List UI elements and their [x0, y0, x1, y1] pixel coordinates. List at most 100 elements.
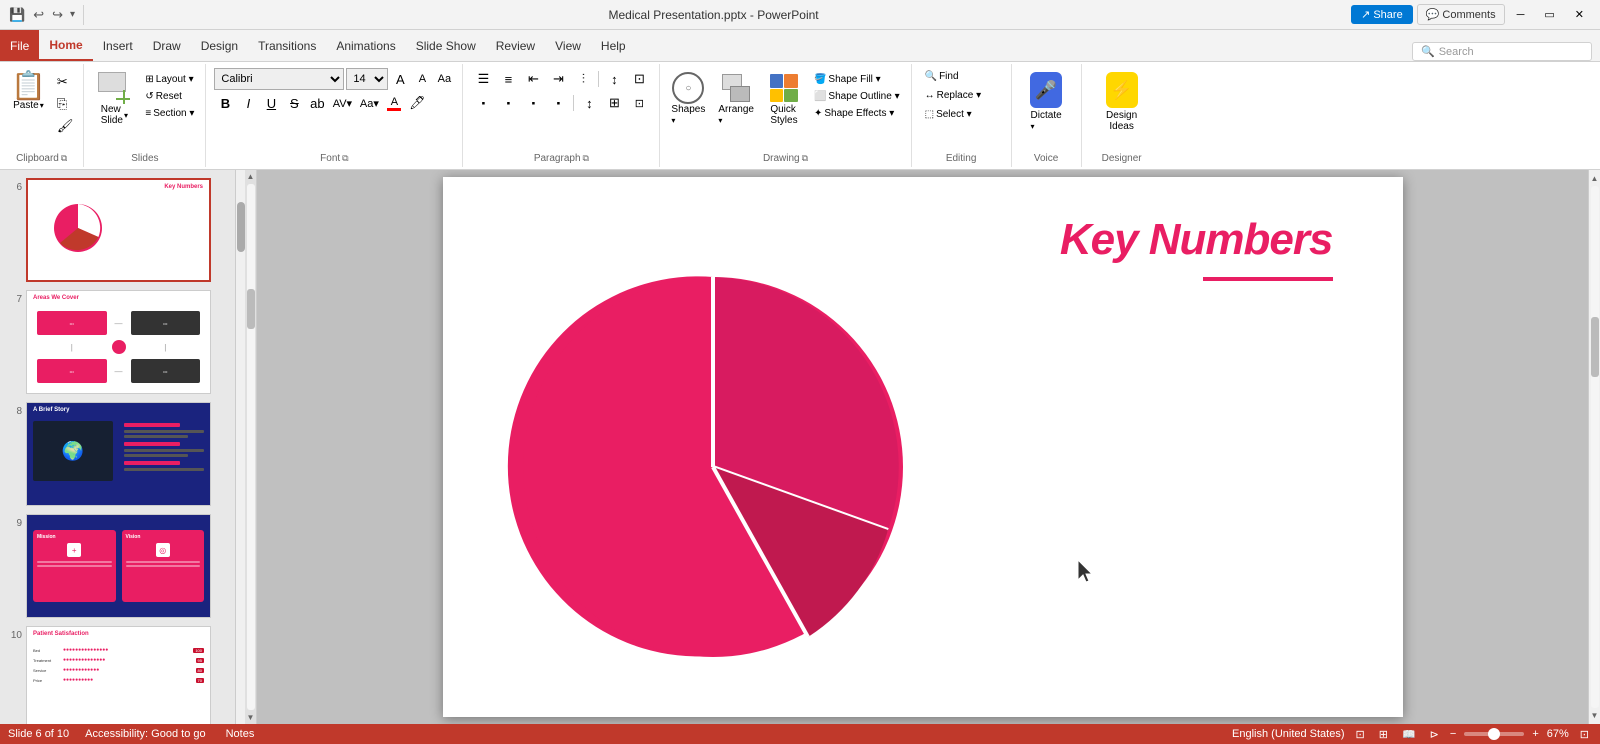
- align-left-button[interactable]: ⬝: [471, 92, 495, 114]
- shape-fill-button[interactable]: 🪣Shape Fill ▾: [809, 72, 905, 87]
- slide-canvas[interactable]: Key Numbers: [443, 177, 1403, 717]
- pie-chart-proper: [498, 252, 928, 682]
- text-highlight-button[interactable]: 🖊: [406, 92, 428, 114]
- language-status: English (United States): [1232, 728, 1345, 740]
- replace-button[interactable]: ↔Replace ▾: [920, 87, 1003, 104]
- save-icon[interactable]: 💾: [6, 5, 28, 25]
- tab-help[interactable]: Help: [591, 30, 636, 61]
- slide-item-6[interactable]: 6 Key Numbers: [4, 176, 241, 284]
- smartart-button[interactable]: ⊡: [627, 92, 651, 114]
- paste-button[interactable]: 📋 Paste▾: [6, 68, 51, 115]
- tab-file[interactable]: File: [0, 30, 39, 61]
- slide-thumb-10[interactable]: Patient Satisfaction Bed ●●●●●●●●●●●●●●●…: [26, 626, 211, 724]
- tab-slideshow[interactable]: Slide Show: [406, 30, 486, 61]
- normal-view-button[interactable]: ⊡: [1353, 728, 1368, 741]
- redo-icon[interactable]: ↪: [49, 5, 66, 25]
- share-icon: ↗: [1361, 8, 1370, 21]
- slide-thumb-7[interactable]: Areas We Cover ••• — ••• | | ••• — •••: [26, 290, 211, 394]
- change-case-button[interactable]: Aa▾: [356, 92, 382, 114]
- new-slide-button[interactable]: NewSlide▾: [90, 68, 138, 130]
- select-button[interactable]: ⬚Select ▾: [920, 106, 1003, 123]
- close-button[interactable]: ✕: [1567, 4, 1592, 25]
- align-text-button[interactable]: ⊞: [602, 92, 626, 114]
- font-size-select[interactable]: 14: [346, 68, 388, 90]
- shadow-button[interactable]: ab: [306, 92, 328, 114]
- char-spacing-button[interactable]: AV▾: [329, 92, 355, 114]
- slide-item-8[interactable]: 8 A Brief Story 🌍: [4, 400, 241, 508]
- maximize-button[interactable]: ▭: [1536, 4, 1562, 25]
- tab-animations[interactable]: Animations: [326, 30, 405, 61]
- tab-insert[interactable]: Insert: [93, 30, 143, 61]
- font-color-button[interactable]: A: [383, 92, 405, 114]
- zoom-out-button[interactable]: −: [1450, 728, 1456, 740]
- fit-slide-button[interactable]: ⊡: [1577, 728, 1592, 741]
- search-box[interactable]: 🔍 Search: [1412, 42, 1592, 61]
- section-button[interactable]: ≡Section ▾: [140, 106, 199, 121]
- tab-review[interactable]: Review: [486, 30, 545, 61]
- tab-design[interactable]: Design: [191, 30, 248, 61]
- align-center-button[interactable]: ⬝: [496, 92, 520, 114]
- zoom-slider[interactable]: [1464, 732, 1524, 736]
- outline-view-button[interactable]: ⊞: [1376, 728, 1391, 741]
- increase-font-button[interactable]: A: [390, 69, 410, 89]
- pie-chart-container[interactable]: [498, 252, 928, 685]
- reading-view-button[interactable]: 📖: [1399, 728, 1419, 741]
- app-title: Medical Presentation.pptx - PowerPoint: [84, 8, 1343, 22]
- numbering-button[interactable]: ≡: [496, 68, 520, 90]
- slide-thumb-8[interactable]: A Brief Story 🌍: [26, 402, 211, 506]
- reset-button[interactable]: ↺Reset: [140, 89, 199, 104]
- cut-button[interactable]: ✂: [53, 72, 78, 92]
- strikethrough-button[interactable]: S: [283, 92, 305, 114]
- notes-button[interactable]: Notes: [222, 728, 259, 740]
- quick-styles-button[interactable]: QuickStyles: [762, 68, 806, 130]
- zoom-in-button[interactable]: +: [1532, 728, 1538, 740]
- tab-home[interactable]: Home: [39, 30, 92, 61]
- shape-effects-button[interactable]: ✦Shape Effects ▾: [809, 106, 905, 121]
- minimize-button[interactable]: ─: [1509, 5, 1533, 25]
- slide-thumb-9[interactable]: Mission + Vision ◎: [26, 514, 211, 618]
- share-button[interactable]: ↗ Share: [1351, 5, 1413, 24]
- italic-button[interactable]: I: [237, 92, 259, 114]
- find-button[interactable]: 🔍Find: [920, 68, 1003, 85]
- slide-thumb-6[interactable]: Key Numbers: [26, 178, 211, 282]
- slide-item-9[interactable]: 9 Mission + Vision ◎: [4, 512, 241, 620]
- slideshow-view-button[interactable]: ⊳: [1427, 728, 1442, 741]
- shape-outline-button[interactable]: ⬜Shape Outline ▾: [809, 89, 905, 104]
- font-name-select[interactable]: Calibri: [214, 68, 344, 90]
- format-painter-button[interactable]: 🖌: [53, 116, 78, 136]
- arrange-button[interactable]: Arrange▾: [713, 68, 759, 130]
- shapes-button[interactable]: ○ Shapes▾: [666, 68, 710, 130]
- columns-button[interactable]: ⫶: [571, 68, 595, 90]
- text-direction-button[interactable]: ↕: [577, 92, 601, 114]
- undo-icon[interactable]: ↩: [30, 5, 47, 25]
- underline-button[interactable]: U: [260, 92, 282, 114]
- align-right-button[interactable]: ⬝: [521, 92, 545, 114]
- designer-label: Designer: [1088, 152, 1156, 165]
- dictate-button[interactable]: 🎤 Dictate▾: [1024, 68, 1068, 136]
- tab-view[interactable]: View: [545, 30, 591, 61]
- slide-item-10[interactable]: 10 Patient Satisfaction Bed ●●●●●●●●●●●●…: [4, 624, 241, 724]
- search-label: Search: [1439, 46, 1474, 58]
- sort-button[interactable]: ↕: [602, 68, 626, 90]
- tab-transitions[interactable]: Transitions: [248, 30, 326, 61]
- slide-item-7[interactable]: 7 Areas We Cover ••• — ••• | | ••• — •••: [4, 288, 241, 396]
- increase-indent-button[interactable]: ⇥: [546, 68, 570, 90]
- decrease-font-button[interactable]: A: [412, 69, 432, 89]
- slide-number-10: 10: [6, 626, 22, 641]
- paragraph-settings-button[interactable]: ⊡: [627, 68, 651, 90]
- bullets-button[interactable]: ☰: [471, 68, 495, 90]
- copy-button[interactable]: ⎘: [53, 94, 78, 114]
- justify-button[interactable]: ⬝: [546, 92, 570, 114]
- comments-icon: 💬: [1426, 8, 1440, 21]
- bold-button[interactable]: B: [214, 92, 236, 114]
- scroll-down-button[interactable]: ▼: [1589, 709, 1600, 722]
- clear-formatting-button[interactable]: Aa: [434, 69, 454, 89]
- decrease-indent-button[interactable]: ⇤: [521, 68, 545, 90]
- customize-icon[interactable]: ▾: [68, 7, 77, 22]
- scroll-up-button[interactable]: ▲: [1589, 172, 1600, 185]
- comments-button[interactable]: 💬 Comments: [1417, 4, 1505, 25]
- layout-button[interactable]: ⊞Layout ▾: [140, 72, 199, 87]
- tab-draw[interactable]: Draw: [143, 30, 191, 61]
- ribbon-group-paragraph: ☰ ≡ ⇤ ⇥ ⫶ ↕ ⊡ ⬝ ⬝ ⬝ ⬝ ↕ ⊞ ⊡ Paragr: [463, 64, 660, 167]
- design-ideas-button[interactable]: ⚡ DesignIdeas: [1096, 68, 1148, 136]
